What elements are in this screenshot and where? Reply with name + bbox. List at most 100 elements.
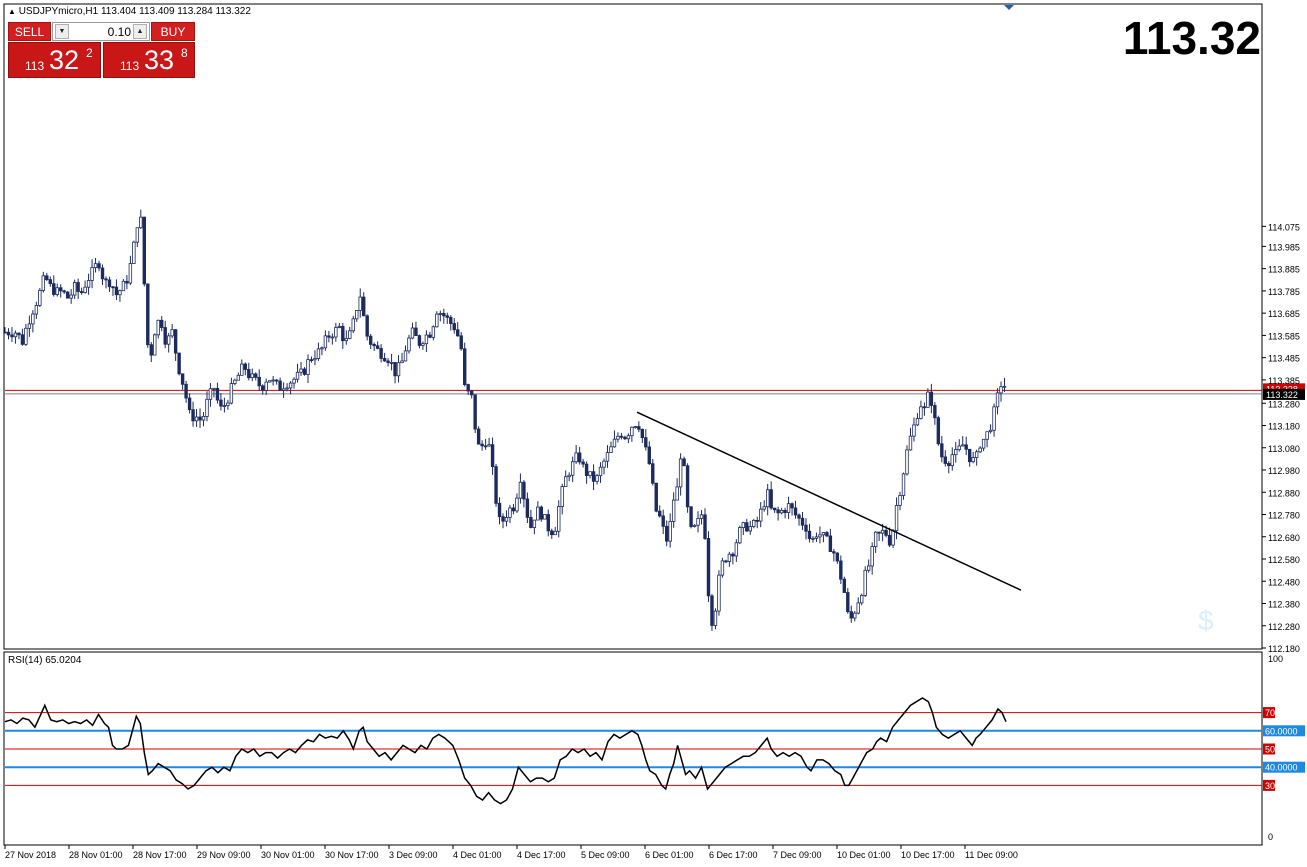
candle-body	[6, 331, 11, 336]
price-tick-label: 113.485	[1268, 354, 1300, 364]
sell-price-fraction: 2	[86, 46, 93, 60]
price-tick-label: 112.280	[1268, 622, 1300, 632]
candle-body	[814, 536, 819, 539]
candle-body	[379, 348, 383, 359]
candle-body	[536, 506, 540, 521]
candle-body	[428, 334, 432, 338]
candle-body	[100, 267, 105, 280]
candle-body	[292, 378, 296, 384]
candle-body	[880, 529, 885, 534]
candle-body	[943, 456, 948, 464]
candle-body	[166, 335, 171, 345]
candle-body	[264, 381, 268, 391]
candle-body	[602, 460, 606, 468]
candle-body	[59, 287, 63, 292]
candle-body	[776, 509, 780, 514]
candle-body	[856, 602, 860, 614]
candle-body	[887, 534, 892, 546]
candle-body	[309, 359, 314, 362]
candle-body	[598, 466, 603, 477]
candle-body	[389, 362, 394, 364]
candle-body	[107, 279, 112, 288]
candle-body	[734, 542, 739, 557]
buy-button[interactable]: BUY	[151, 22, 195, 41]
lot-size-input[interactable]	[71, 23, 131, 40]
time-tick-label: 6 Dec 01:00	[645, 850, 694, 860]
candle-body	[647, 446, 651, 465]
candle-body	[267, 380, 272, 383]
candle-body	[981, 438, 986, 449]
candle-body	[550, 530, 554, 536]
candle-body	[261, 385, 265, 391]
time-tick-label: 11 Dec 09:00	[965, 850, 1018, 860]
candle-body	[250, 373, 254, 379]
candle-body	[954, 449, 958, 456]
candle-body	[295, 371, 300, 380]
price-tick-label: 113.685	[1268, 309, 1300, 319]
candle-body	[612, 438, 617, 448]
price-tick-label: 113.785	[1268, 287, 1300, 297]
candle-body	[623, 436, 627, 440]
candle-body	[187, 397, 192, 411]
candle-body	[919, 406, 923, 419]
candle-body	[752, 519, 756, 528]
candle-body	[772, 507, 777, 511]
candle-body	[759, 508, 763, 522]
candle-body	[839, 560, 843, 580]
symbol-header: USDJPYmicro,H1 113.404 113.409 113.284 1…	[18, 6, 251, 17]
candle-body	[69, 294, 73, 299]
candle-body	[685, 465, 690, 508]
candle-body	[459, 335, 463, 350]
lot-decrease-icon[interactable]: ▼	[55, 24, 69, 39]
candle-body	[797, 514, 801, 519]
time-tick-label: 5 Dec 09:00	[581, 850, 630, 860]
candle-body	[38, 290, 42, 306]
candle-body	[233, 379, 237, 384]
time-axis: 27 Nov 2018 28 Nov 01:00 28 Nov 17:00 29 No…	[4, 845, 1018, 860]
candle-body	[504, 517, 509, 522]
rsi-level-label: 40.0000	[1265, 763, 1298, 773]
candle-body	[410, 327, 415, 339]
buy-price-button[interactable]: 113 33 8	[103, 42, 195, 78]
candle-body	[351, 318, 355, 332]
candle-body	[180, 373, 185, 385]
price-tick-label: 112.780	[1268, 511, 1300, 521]
price-tick-label: 112.680	[1268, 533, 1300, 543]
time-tick-label: 30 Nov 01:00	[261, 850, 315, 860]
candle-body	[811, 537, 815, 540]
buy-price-pips: 33	[144, 45, 175, 75]
candle-body	[365, 315, 369, 337]
candle-body	[494, 466, 498, 504]
candle-body	[682, 458, 686, 467]
candle-body	[368, 335, 373, 345]
candle-body	[480, 443, 484, 447]
candle-body	[905, 449, 909, 475]
candle-body	[243, 363, 247, 370]
sell-price-button[interactable]: 113 32 2	[8, 42, 101, 78]
candle-body	[191, 409, 195, 422]
candle-body	[278, 380, 282, 391]
price-pane-frame	[3, 3, 1263, 650]
candle-body	[901, 473, 906, 496]
price-tick-label: 113.280	[1268, 399, 1300, 409]
collapse-arrow-icon[interactable]: ▲	[8, 7, 16, 16]
candle-body	[487, 444, 491, 447]
candle-body	[835, 552, 840, 562]
candle-body	[985, 431, 989, 440]
candle-body	[337, 325, 342, 328]
candle-body	[90, 267, 94, 281]
chart-canvas[interactable]: 113.338113.322 114.075113.985113.885113.…	[0, 0, 1307, 867]
candle-body	[104, 278, 108, 281]
candle-body	[668, 521, 672, 542]
candle-body	[344, 338, 348, 342]
lot-size-stepper[interactable]: ▼ ▲	[52, 22, 150, 41]
price-tick-label: 112.880	[1268, 488, 1300, 498]
candle-body	[62, 290, 66, 293]
candle-body	[995, 392, 1000, 408]
candle-body	[476, 428, 481, 445]
candle-body	[922, 406, 927, 409]
lot-increase-icon[interactable]: ▲	[133, 24, 147, 39]
candle-body	[466, 384, 470, 392]
sell-button[interactable]: SELL	[8, 22, 51, 41]
candle-body	[226, 402, 230, 406]
